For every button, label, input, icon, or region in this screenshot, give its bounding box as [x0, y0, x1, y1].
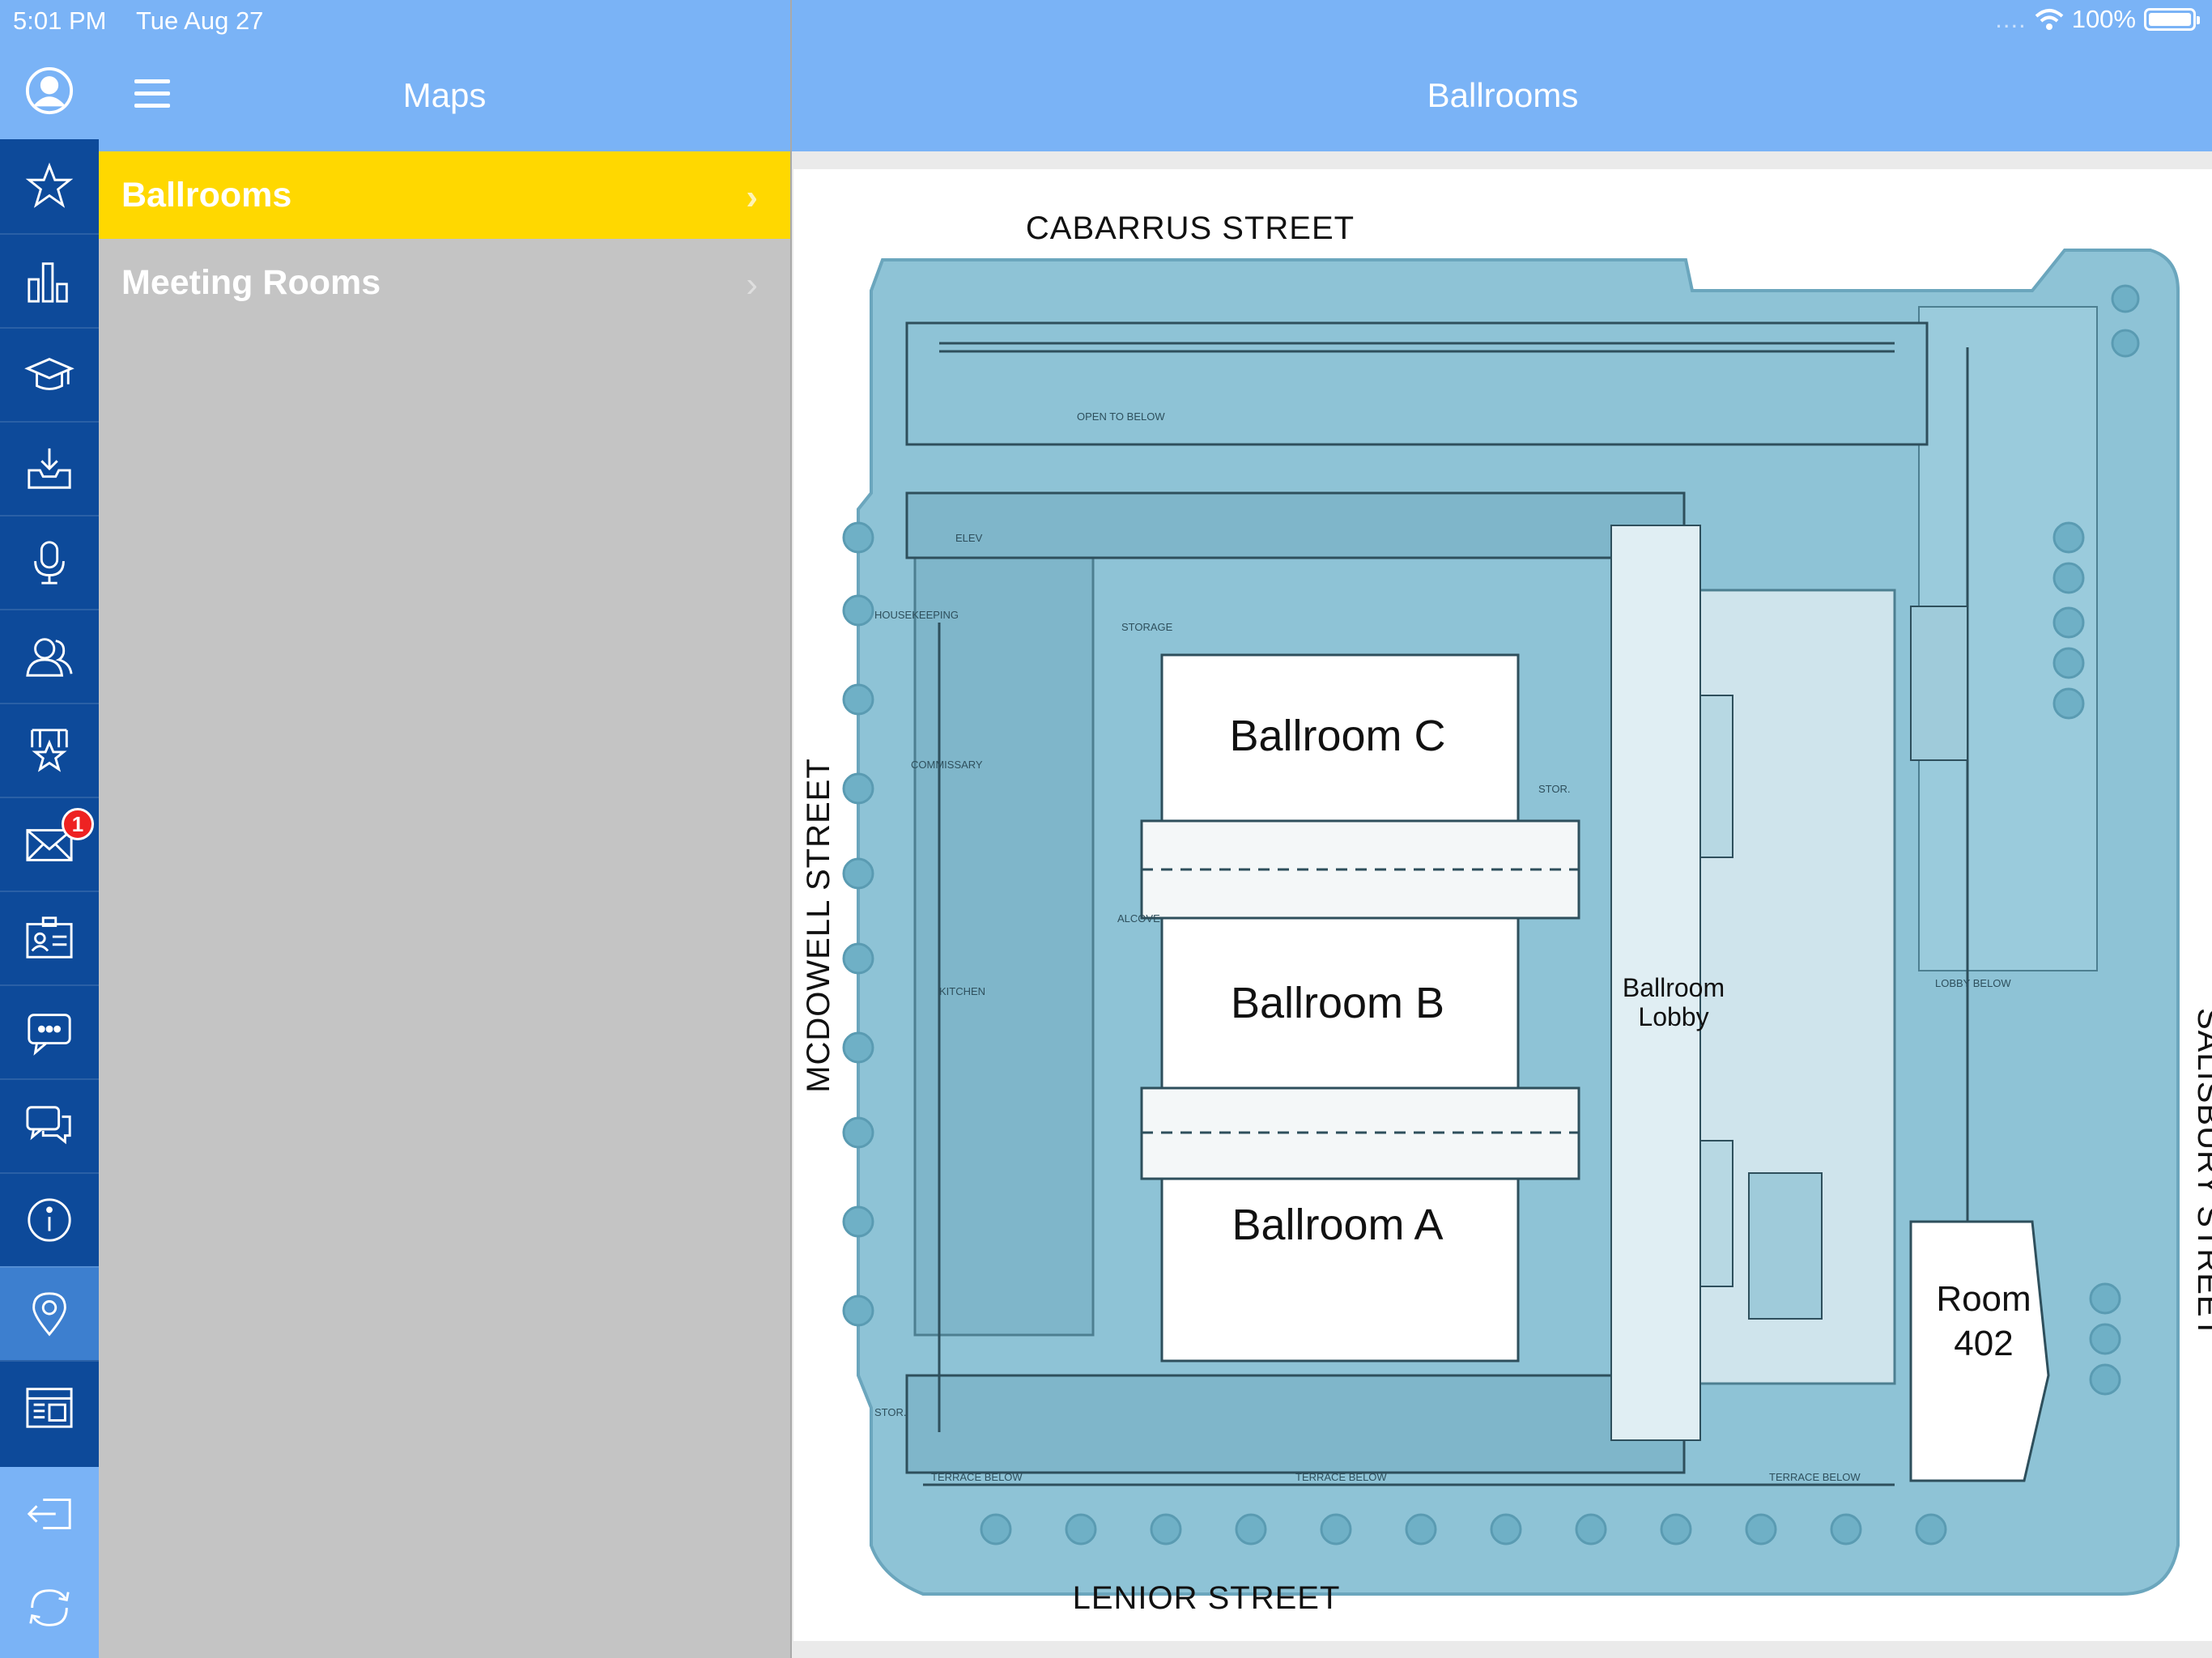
conversation-icon [26, 1106, 71, 1145]
svg-text:HOUSEKEEPING: HOUSEKEEPING [874, 609, 959, 621]
chat-button[interactable] [0, 984, 99, 1078]
status-bar: 5:01 PM Tue Aug 27 .... 100% [0, 0, 2212, 44]
list-title: Maps [402, 76, 487, 114]
lobby-label-line1: Ballroom [1623, 973, 1725, 1002]
microphone-icon [34, 541, 65, 585]
refresh-button[interactable] [0, 1561, 99, 1655]
list-item-label: Meeting Rooms [121, 262, 381, 302]
lobby-label-line2: Lobby [1638, 1002, 1708, 1031]
speakers-button[interactable] [0, 515, 99, 609]
status-right: .... 100% [1995, 5, 2200, 34]
inbox-download-icon [28, 448, 71, 489]
refresh-icon [29, 1589, 70, 1626]
schedule-button[interactable] [0, 1360, 99, 1454]
unread-badge: 1 [62, 808, 94, 840]
svg-text:TERRACE BELOW: TERRACE BELOW [1295, 1471, 1387, 1483]
attendees-button[interactable] [0, 609, 99, 703]
svg-text:LOBBY BELOW: LOBBY BELOW [1935, 977, 2011, 989]
chevron-right-icon: › [746, 265, 758, 304]
svg-text:ALCOVE: ALCOVE [1117, 912, 1160, 925]
list-item-label: Ballrooms [121, 175, 292, 215]
battery-icon [2144, 8, 2200, 31]
street-label-west: MCDOWELL STREET [801, 758, 836, 1093]
map-pin-icon [32, 1292, 66, 1337]
svg-text:STORAGE: STORAGE [1121, 621, 1173, 633]
id-card-icon [26, 916, 73, 959]
badge-card-button[interactable] [0, 891, 99, 984]
list-item-meeting-rooms[interactable]: Meeting Rooms › [99, 239, 790, 326]
room-402-label-line1: Room [1936, 1279, 2031, 1319]
bar-chart-icon [28, 262, 68, 303]
maps-button[interactable] [0, 1266, 99, 1360]
ballroom-b[interactable]: Ballroom B [1160, 916, 1520, 1090]
status-time: 5:01 PM [13, 6, 107, 35]
room-402-label-line2: 402 [1954, 1324, 2013, 1363]
people-icon [26, 638, 73, 677]
floor-plan-drawing: Ballroom C Ballroom B Ballroom A Ballroo… [801, 210, 2212, 1616]
profile-button[interactable] [0, 44, 99, 138]
stats-button[interactable] [0, 233, 99, 327]
detail-title: Ballrooms [1427, 76, 1579, 114]
info-icon [28, 1198, 71, 1242]
floor-map[interactable]: Ballroom C Ballroom B Ballroom A Ballroo… [793, 169, 2212, 1641]
info-button[interactable] [0, 1172, 99, 1266]
svg-text:TERRACE BELOW: TERRACE BELOW [1769, 1471, 1861, 1483]
discussions-button[interactable] [0, 1078, 99, 1172]
street-label-south: LENIOR STREET [1073, 1580, 1341, 1616]
ballroom-a-label: Ballroom A [1231, 1201, 1443, 1249]
award-icon [31, 729, 68, 772]
logout-icon [27, 1499, 71, 1529]
chat-bubble-icon [28, 1014, 71, 1056]
star-icon [25, 162, 74, 208]
user-icon [25, 66, 74, 115]
map-detail-pane: Ballrooms Ballroom C Ballroom B Ballroom… [790, 0, 2212, 1658]
street-label-east: SALISBURY STREET [2191, 1008, 2212, 1338]
downloads-button[interactable] [0, 421, 99, 515]
svg-text:TERRACE BELOW: TERRACE BELOW [931, 1471, 1023, 1483]
ballroom-a[interactable]: Ballroom A [1160, 1177, 1520, 1363]
cellular-signal-icon: .... [1995, 5, 2027, 33]
svg-text:COMMISSARY: COMMISSARY [911, 759, 983, 771]
status-date: Tue Aug 27 [136, 6, 264, 35]
logout-button[interactable] [0, 1467, 99, 1561]
favorites-button[interactable] [0, 139, 99, 233]
maps-list-pane: Maps Ballrooms › Meeting Rooms › [99, 0, 790, 1658]
sponsors-button[interactable] [0, 703, 99, 797]
wifi-icon [2035, 9, 2064, 30]
side-icon-rail: 1 [0, 0, 99, 1658]
room-402[interactable]: Room 402 [1909, 1220, 2050, 1482]
street-label-north: CABARRUS STREET [1026, 210, 1355, 246]
svg-text:OPEN TO BELOW: OPEN TO BELOW [1077, 410, 1165, 423]
schedule-icon [26, 1388, 73, 1428]
ballroom-c[interactable]: Ballroom C [1160, 653, 1520, 823]
education-button[interactable] [0, 327, 99, 421]
ballroom-c-label: Ballroom C [1229, 712, 1445, 760]
svg-text:STOR.: STOR. [1538, 783, 1571, 795]
svg-text:ELEV: ELEV [955, 532, 983, 544]
graduation-cap-icon [24, 358, 74, 390]
chevron-right-icon: › [746, 177, 758, 217]
ballroom-b-label: Ballroom B [1231, 979, 1444, 1027]
svg-text:STOR.: STOR. [874, 1406, 907, 1418]
messages-button[interactable]: 1 [0, 797, 99, 891]
battery-percent: 100% [2071, 5, 2136, 33]
list-item-ballrooms[interactable]: Ballrooms › [99, 151, 790, 239]
svg-text:KITCHEN: KITCHEN [939, 985, 985, 997]
